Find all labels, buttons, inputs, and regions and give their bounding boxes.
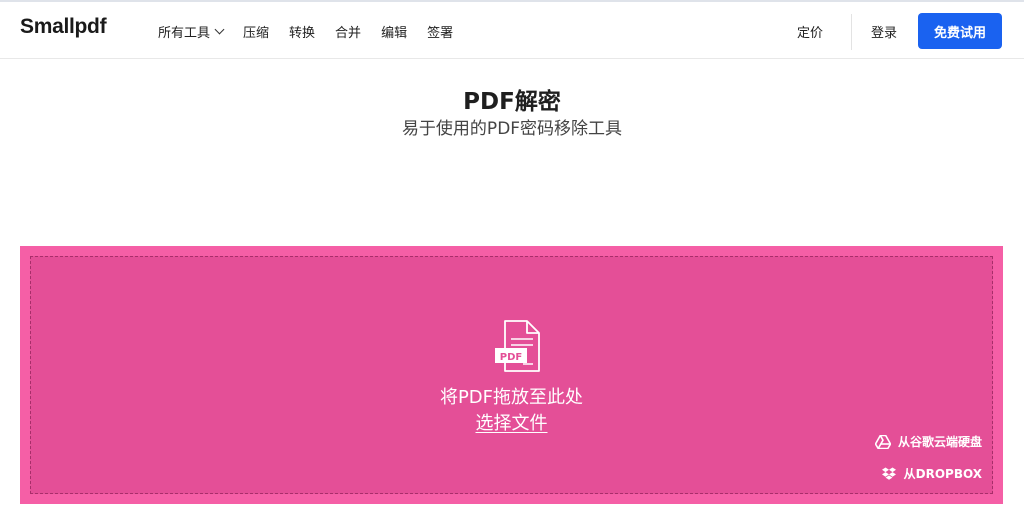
nav-all-tools-label: 所有工具 [158, 26, 211, 41]
top-nav-bar: Smallpdf 所有工具 压缩 转换 合并 编辑 签署 定价 登录 免费试用 [0, 2, 1024, 59]
nav-all-tools[interactable]: 所有工具 [158, 22, 225, 41]
dropbox-label: 从DROPBOX [903, 467, 982, 481]
nav-compress[interactable]: 压缩 [243, 22, 269, 41]
page-title: PDF解密 [463, 89, 561, 115]
header-divider [851, 14, 852, 50]
page: Smallpdf 所有工具 压缩 转换 合并 编辑 签署 定价 登录 免费试用 … [0, 0, 1024, 524]
nav-merge[interactable]: 合并 [335, 22, 361, 41]
pricing-link[interactable]: 定价 [797, 22, 823, 41]
nav-sign[interactable]: 签署 [427, 22, 453, 41]
dropzone-dashed-border: PDF 将PDF拖放至此处 选择文件 从谷歌云端硬盘 从DROPBOX [30, 256, 993, 494]
google-drive-icon [874, 434, 891, 449]
page-subtitle: 易于使用的PDF密码移除工具 [401, 119, 623, 139]
pdf-file-icon: PDF [495, 320, 540, 372]
nav-convert[interactable]: 转换 [289, 22, 315, 41]
login-link[interactable]: 登录 [871, 22, 897, 41]
free-trial-button[interactable]: 免费试用 [918, 13, 1002, 49]
file-dropzone[interactable]: PDF 将PDF拖放至此处 选择文件 从谷歌云端硬盘 从DROPBOX [20, 246, 1003, 504]
main-nav: 所有工具 压缩 转换 合并 编辑 签署 [158, 22, 473, 41]
choose-file-link[interactable]: 选择文件 [31, 409, 992, 435]
google-drive-button[interactable]: 从谷歌云端硬盘 [874, 433, 982, 450]
google-drive-label: 从谷歌云端硬盘 [897, 435, 982, 449]
logo[interactable]: Smallpdf [20, 15, 107, 39]
dropbox-icon [881, 467, 896, 480]
pdf-icon-label: PDF [500, 352, 522, 363]
chevron-down-icon [214, 24, 225, 35]
drop-instruction: 将PDF拖放至此处 [439, 387, 584, 408]
dropbox-button[interactable]: 从DROPBOX [881, 465, 982, 482]
nav-edit[interactable]: 编辑 [381, 22, 407, 41]
